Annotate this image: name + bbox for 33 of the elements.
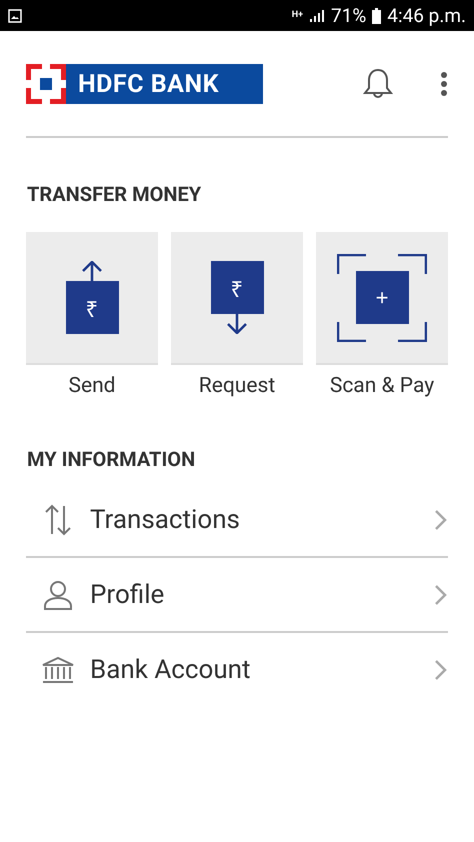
send-tile[interactable]: ₹ (26, 232, 158, 365)
battery-percent: 71% (331, 4, 366, 27)
bell-icon[interactable] (362, 67, 394, 101)
section-title: MY INFORMATION (27, 447, 196, 471)
clock-time: 4:46 p.m. (387, 4, 466, 27)
tile-label: Scan & Pay (330, 374, 434, 398)
up-arrow-icon (81, 261, 103, 281)
scan-frame-icon (337, 254, 427, 342)
scan-tile[interactable]: + (316, 232, 448, 365)
signal-icon (309, 8, 326, 22)
section-title: TRANSFER MONEY (27, 182, 202, 206)
bank-icon (41, 656, 75, 684)
tile-label: Request (198, 374, 276, 398)
image-icon (8, 8, 22, 22)
chevron-right-icon (434, 508, 448, 530)
down-arrow-icon (226, 314, 248, 334)
request-tile[interactable]: ₹ (171, 232, 303, 365)
more-menu-icon[interactable] (440, 71, 448, 97)
person-icon (43, 580, 73, 610)
tile-label: Send (68, 374, 116, 398)
chevron-right-icon (434, 584, 448, 606)
swap-arrows-icon (44, 504, 72, 536)
menu-item[interactable]: Profile (90, 580, 419, 610)
bank-logo: HDFC BANK (26, 64, 263, 104)
menu-item[interactable]: Transactions (90, 504, 419, 534)
menu-item[interactable]: Bank Account (90, 654, 419, 684)
plus-square-icon: + (356, 271, 408, 324)
chevron-right-icon (434, 658, 448, 680)
network-type: H+ (292, 11, 304, 20)
rupee-square-icon: ₹ (210, 261, 264, 314)
battery-icon (372, 8, 382, 24)
rupee-square-icon: ₹ (66, 281, 118, 334)
logo-mark-icon (26, 64, 66, 104)
